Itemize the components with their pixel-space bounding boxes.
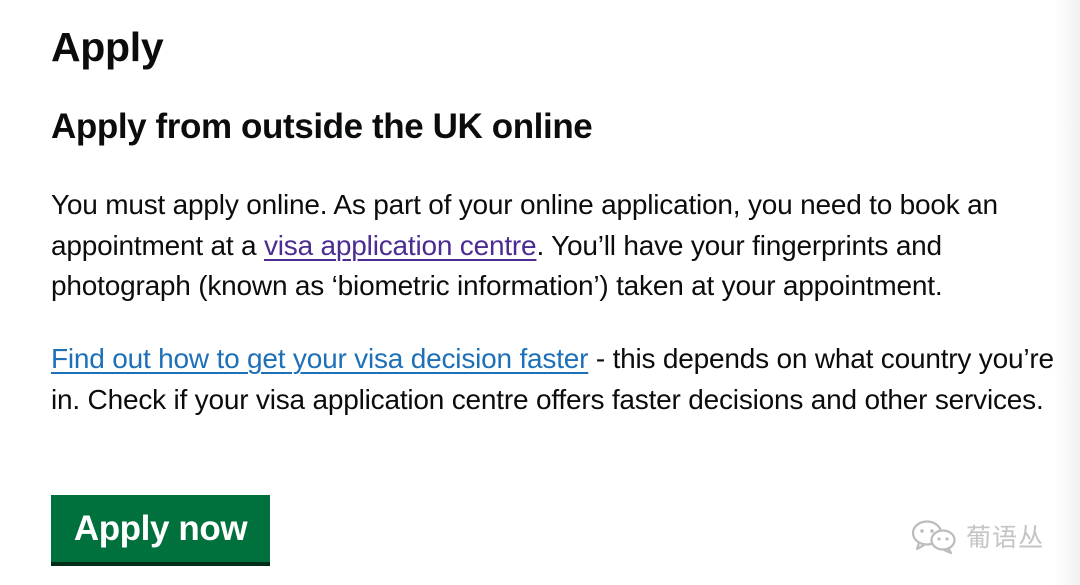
wechat-icon <box>910 518 958 554</box>
watermark-text: 葡语丛 <box>966 523 1045 552</box>
apply-online-paragraph: You must apply online. As part of your o… <box>51 185 1071 307</box>
page-title: Apply <box>51 24 164 70</box>
section-heading: Apply from outside the UK online <box>51 107 593 146</box>
visa-application-centre-link[interactable]: visa application centre <box>264 230 537 261</box>
watermark: 葡语丛 <box>910 518 1044 554</box>
apply-now-button[interactable]: Apply now <box>51 495 270 562</box>
faster-decision-paragraph: Find out how to get your visa decision f… <box>51 339 1071 420</box>
faster-decision-link[interactable]: Find out how to get your visa decision f… <box>51 343 588 374</box>
